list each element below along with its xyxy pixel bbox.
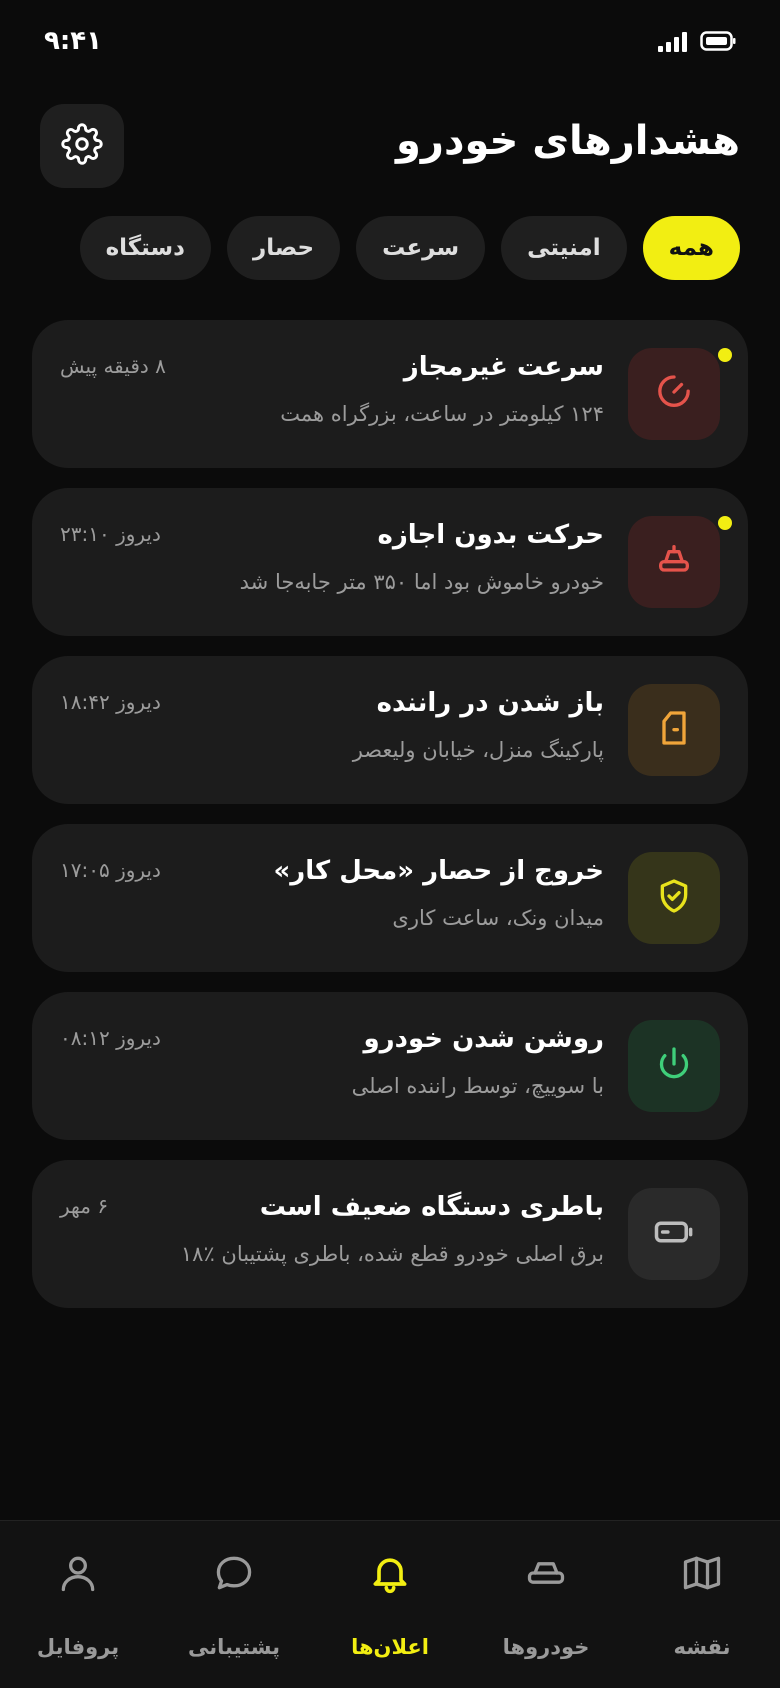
bottom-nav: نقشه خودروها اعلان‌ها (0, 1520, 780, 1688)
filter-chip-speed[interactable]: سرعت (356, 216, 486, 280)
nav-label: نقشه (673, 1635, 731, 1659)
status-icons (658, 30, 736, 52)
battery-status-icon (700, 30, 736, 52)
alert-icon-box (628, 516, 720, 608)
alert-list: سرعت غیرمجاز ۱۲۴ کیلومتر در ساعت، بزرگرا… (32, 320, 748, 1308)
alert-description: خودرو خاموش بود اما ۳۵۰ متر جابه‌جا شد (239, 570, 604, 594)
door-icon (654, 708, 694, 752)
alert-card-engine-on[interactable]: روشن شدن خودرو با سوییچ، توسط راننده اصل… (32, 992, 748, 1140)
filter-chip-geofence[interactable]: حصار (226, 216, 341, 280)
alert-description: ۱۲۴ کیلومتر در ساعت، بزرگراه همت (280, 402, 604, 426)
page-title: هشدارهای خودرو (396, 118, 740, 164)
alert-icon-box (628, 1020, 720, 1112)
alert-card-geofence-exit[interactable]: خروج از حصار «محل کار» میدان ونک، ساعت ک… (32, 824, 748, 972)
alert-card-door-open[interactable]: باز شدن در راننده پارکینگ منزل، خیابان و… (32, 656, 748, 804)
alert-time: دیروز ۲۳:۱۰ (60, 522, 161, 546)
nav-label: پروفایل (36, 1635, 120, 1659)
alert-icon-box (628, 348, 720, 440)
gear-icon (61, 123, 103, 169)
chat-icon (212, 1551, 256, 1599)
nav-item-profile[interactable]: پروفایل (0, 1521, 156, 1688)
alert-title: سرعت غیرمجاز (403, 352, 604, 382)
alert-time: دیروز ۱۷:۰۵ (60, 858, 161, 882)
alert-description: میدان ونک، ساعت کاری (392, 906, 604, 930)
car-icon (524, 1551, 568, 1599)
unread-dot (718, 516, 732, 530)
nav-label: اعلان‌ها (351, 1635, 429, 1659)
alert-title: باطری دستگاه ضعیف است (259, 1192, 604, 1222)
alert-time: ۶ مهر (60, 1194, 109, 1218)
map-icon (680, 1551, 724, 1599)
status-time: ۹:۴۱ (44, 26, 103, 56)
alert-title: خروج از حصار «محل کار» (273, 856, 604, 886)
alert-description: پارکینگ منزل، خیابان ولیعصر (352, 738, 604, 762)
battery-icon (653, 1211, 695, 1257)
filter-chip-security[interactable]: امنیتی (501, 216, 627, 280)
alerts-screen: ۹:۴۱ هشدارهای خودرو همه امنیتی سرعت حصار… (0, 0, 780, 1688)
alert-title: باز شدن در راننده (376, 688, 604, 718)
alert-card-low-battery[interactable]: باطری دستگاه ضعیف است برق اصلی خودرو قطع… (32, 1160, 748, 1308)
nav-label: پشتیبانی (188, 1635, 280, 1659)
nav-item-cars[interactable]: خودروها (468, 1521, 624, 1688)
signal-icon (658, 30, 690, 52)
settings-button[interactable] (40, 104, 124, 188)
power-icon (654, 1044, 694, 1088)
nav-item-support[interactable]: پشتیبانی (156, 1521, 312, 1688)
status-bar: ۹:۴۱ (0, 0, 780, 84)
speedometer-icon (654, 372, 694, 416)
filter-chip-device[interactable]: دستگاه (79, 216, 211, 280)
nav-label: خودروها (502, 1635, 590, 1659)
unread-dot (718, 348, 732, 362)
alert-time: دیروز ۱۸:۴۲ (60, 690, 161, 714)
alert-description: برق اصلی خودرو قطع شده، باطری پشتیبان ٪۱… (180, 1242, 604, 1266)
alert-icon-box (628, 684, 720, 776)
filter-chip-all[interactable]: همه (642, 216, 740, 280)
car-icon (654, 540, 694, 584)
shield-check-icon (654, 876, 694, 920)
alert-title: روشن شدن خودرو (363, 1024, 605, 1054)
alert-time: دیروز ۰۸:۱۲ (60, 1026, 161, 1050)
bell-icon (368, 1551, 412, 1599)
filter-chips: همه امنیتی سرعت حصار دستگاه (79, 216, 740, 280)
alert-icon-box (628, 852, 720, 944)
alert-title: حرکت بدون اجازه (377, 520, 604, 550)
alert-icon-box (628, 1188, 720, 1280)
alert-description: با سوییچ، توسط راننده اصلی (351, 1074, 604, 1098)
nav-item-map[interactable]: نقشه (624, 1521, 780, 1688)
user-icon (56, 1551, 100, 1599)
alert-time: ۸ دقیقه پیش (60, 354, 166, 378)
alert-card-speeding[interactable]: سرعت غیرمجاز ۱۲۴ کیلومتر در ساعت، بزرگرا… (32, 320, 748, 468)
nav-item-notifications[interactable]: اعلان‌ها (312, 1521, 468, 1688)
alert-card-unauthorized-move[interactable]: حرکت بدون اجازه خودرو خاموش بود اما ۳۵۰ … (32, 488, 748, 636)
